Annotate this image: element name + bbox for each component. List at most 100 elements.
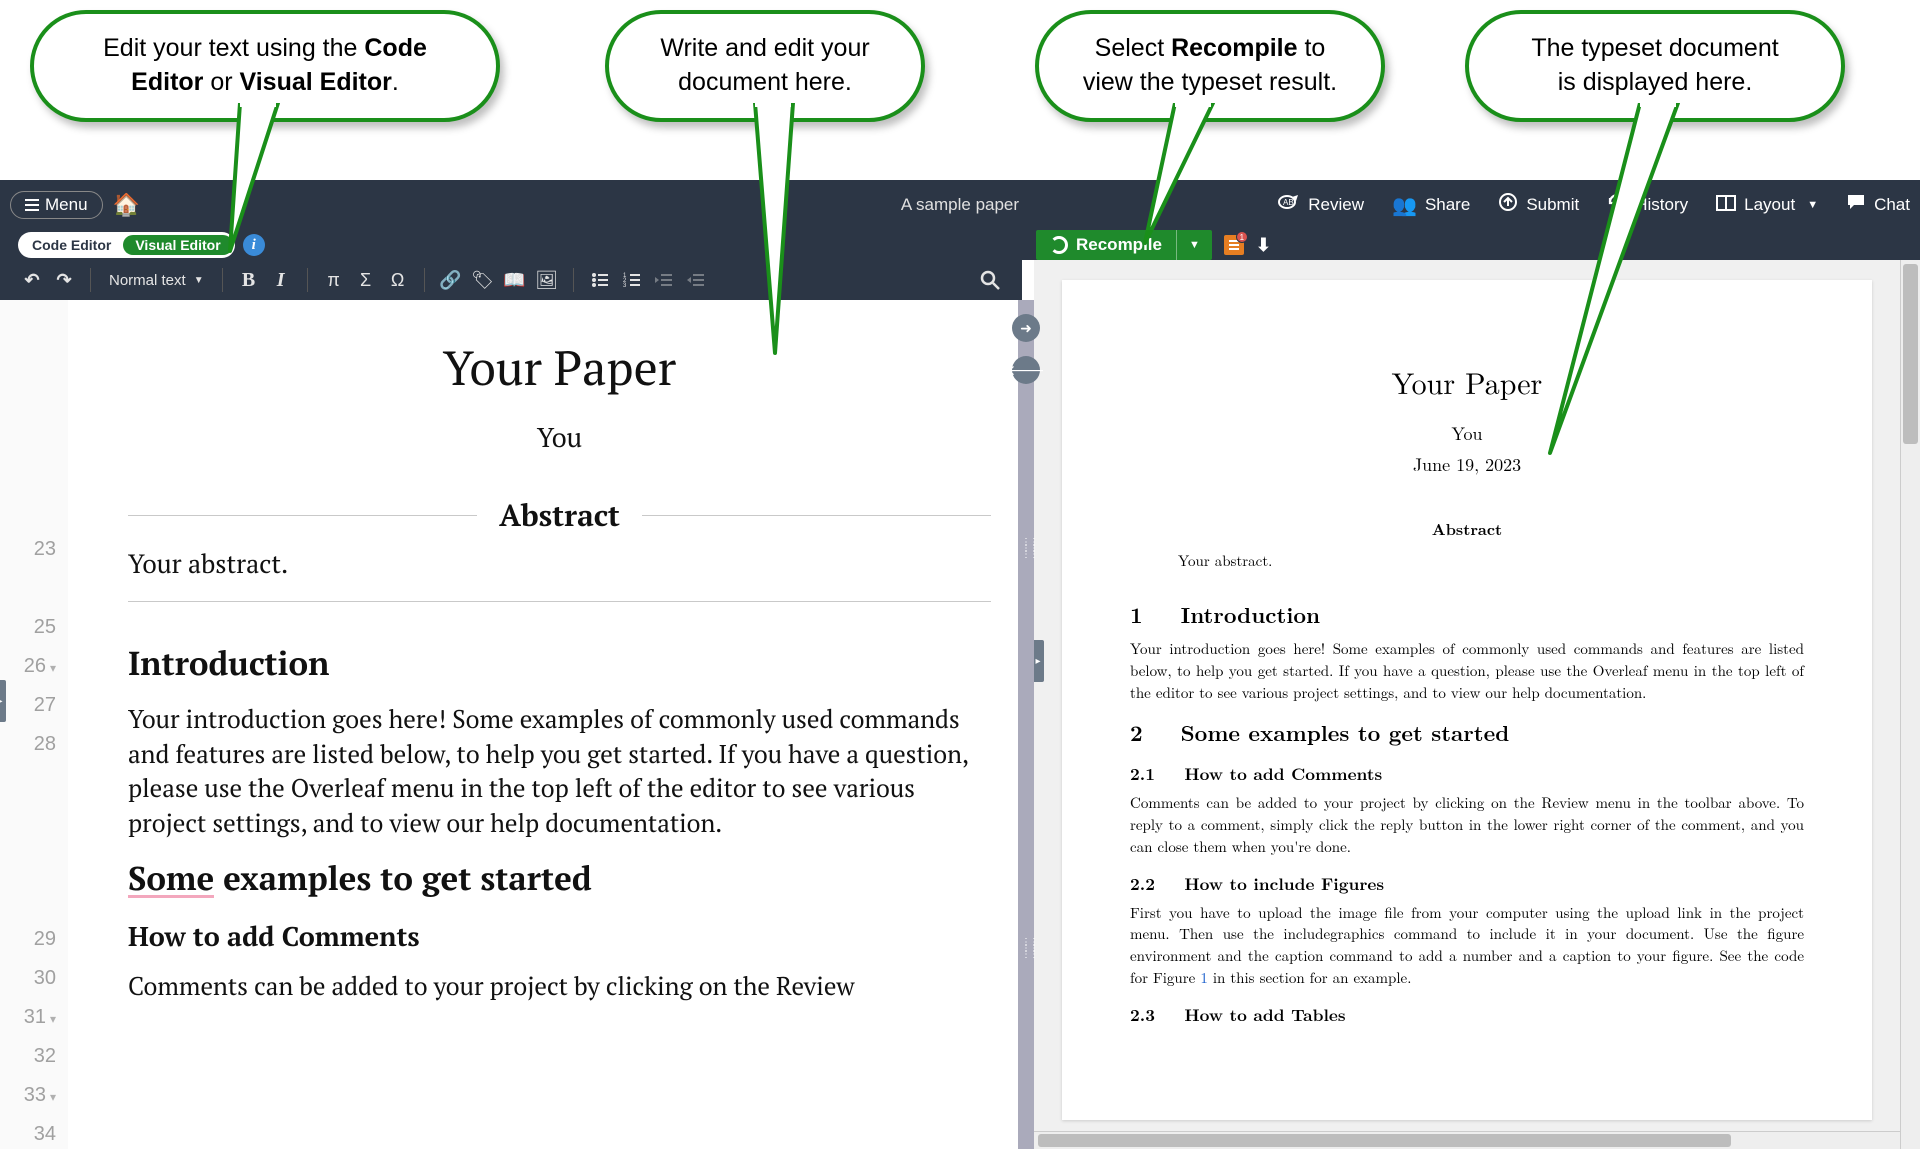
line-number: 34: [0, 1115, 56, 1154]
logs-badge: 1: [1236, 231, 1248, 243]
submit-icon: [1498, 192, 1518, 218]
cite-button[interactable]: 🏷: [469, 266, 497, 294]
fold-chevron-icon[interactable]: ▾: [50, 661, 56, 675]
spell-underline[interactable]: Some: [128, 862, 214, 898]
link-button[interactable]: 🔗: [437, 266, 465, 294]
hamburger-icon: [25, 204, 39, 206]
bullet-list-button[interactable]: [586, 266, 614, 294]
subtoolbar: Code Editor Visual Editor i Recompile ▼ …: [0, 230, 1920, 260]
recompile-button[interactable]: Recompile ▼: [1036, 230, 1212, 260]
pdf-title: Your Paper: [1130, 360, 1804, 403]
callout-4: The typeset document is displayed here.: [1465, 10, 1845, 122]
callout-2-line1: Write and edit your: [660, 34, 869, 62]
submit-label: Submit: [1526, 195, 1579, 215]
pdf-p22: First you have to upload the image file …: [1130, 902, 1804, 989]
pane-divider[interactable]: ➜ 🡐 ⋮⋮⋮⋮⋮⋮ ⋮⋮⋮⋮⋮⋮: [1018, 300, 1034, 1149]
figure-ref: 1: [1200, 967, 1208, 988]
bold-button[interactable]: B: [235, 266, 263, 294]
pdf-author: You: [1130, 421, 1804, 446]
sigma-button[interactable]: Σ: [352, 266, 380, 294]
fold-chevron-icon[interactable]: ▾: [50, 1090, 56, 1104]
fold-chevron-icon[interactable]: ▾: [50, 1012, 56, 1026]
submit-button[interactable]: Submit: [1498, 192, 1579, 218]
pdf-sub21: 2.1 How to add Comments: [1130, 762, 1804, 786]
chat-icon: [1846, 193, 1866, 217]
review-button[interactable]: AB Review: [1278, 193, 1364, 217]
line-number: 30: [0, 959, 56, 998]
chat-button[interactable]: Chat: [1846, 193, 1910, 217]
chevron-down-icon: ▼: [194, 275, 204, 286]
abstract-text[interactable]: Your abstract.: [128, 547, 991, 581]
download-button[interactable]: ⬇: [1256, 235, 1271, 256]
heading-comments[interactable]: How to add Comments: [128, 918, 991, 954]
italic-button[interactable]: I: [267, 266, 295, 294]
svg-text:AB: AB: [1283, 198, 1294, 207]
info-icon[interactable]: i: [243, 234, 265, 256]
code-editor-option[interactable]: Code Editor: [20, 235, 123, 255]
expand-file-tree[interactable]: ▸: [0, 680, 6, 722]
callouts: Edit your text using the Code Editor or …: [0, 0, 1920, 180]
callout-1-bold2: Visual Editor: [240, 68, 392, 96]
share-icon: 👥: [1392, 193, 1417, 218]
ref-button[interactable]: 📖: [501, 266, 529, 294]
layout-icon: [1716, 194, 1736, 217]
share-button[interactable]: 👥 Share: [1392, 193, 1470, 218]
doc-author[interactable]: You: [128, 419, 991, 455]
preview-scroll[interactable]: ▸ Your Paper You June 19, 2023 Abstract …: [1034, 260, 1900, 1149]
visual-editor-document[interactable]: Your Paper You Abstract Your abstract. I…: [68, 300, 1021, 1149]
logs-button[interactable]: 1: [1224, 235, 1244, 255]
paragraph-style-select[interactable]: Normal text ▼: [103, 272, 210, 289]
recompile-dropdown[interactable]: ▼: [1176, 230, 1212, 260]
undo-button[interactable]: ↶: [18, 266, 46, 294]
visual-editor-option[interactable]: Visual Editor: [123, 235, 232, 255]
callout-3-bold: Recompile: [1171, 34, 1297, 62]
horizontal-scrollbar[interactable]: [1034, 1131, 1900, 1149]
heading-introduction[interactable]: Introduction: [128, 642, 991, 685]
layout-button[interactable]: Layout ▼: [1716, 194, 1818, 217]
navbar: Menu 🏠 A sample paper AB Review 👥 Share …: [0, 180, 1920, 230]
line-number: 28: [0, 725, 56, 764]
callout-4-line2: is displayed here.: [1558, 68, 1753, 96]
pdf-sec1: 1 Introduction: [1130, 599, 1804, 630]
number-list-button[interactable]: 123: [618, 266, 646, 294]
search-button[interactable]: [976, 266, 1004, 294]
callout-2: Write and edit your document here.: [605, 10, 925, 122]
abstract-label: Abstract: [499, 495, 620, 535]
pi-button[interactable]: π: [320, 266, 348, 294]
collapse-editor[interactable]: ▸: [1034, 640, 1044, 682]
line-gutter: ▸ 232526▾2728293031▾3233▾34: [0, 300, 68, 1149]
indent-button[interactable]: [682, 266, 710, 294]
callout-1: Edit your text using the Code Editor or …: [30, 10, 500, 122]
sync-to-pdf-button[interactable]: ➜: [1012, 314, 1040, 342]
outdent-button[interactable]: [650, 266, 678, 294]
heading-examples[interactable]: Some examples to get started: [128, 857, 991, 900]
review-icon: AB: [1278, 193, 1300, 217]
callout-1-bold1: Code Editor: [131, 34, 427, 96]
pdf-p21: Comments can be added to your project by…: [1130, 792, 1804, 857]
vertical-scrollbar[interactable]: [1900, 260, 1920, 1149]
svg-text:3: 3: [623, 283, 627, 288]
line-number: 31▾: [0, 998, 56, 1037]
history-label: History: [1635, 195, 1688, 215]
scrollbar-thumb[interactable]: [1903, 264, 1918, 444]
callout-1-text: Edit your text using the: [103, 34, 364, 62]
line-number: [0, 569, 56, 608]
home-icon[interactable]: 🏠: [113, 192, 140, 218]
omega-button[interactable]: Ω: [384, 266, 412, 294]
pdf-p1: Your introduction goes here! Some exampl…: [1130, 638, 1804, 703]
line-number: [0, 842, 56, 881]
paragraph-intro[interactable]: Your introduction goes here! Some exampl…: [128, 703, 991, 841]
history-button[interactable]: History: [1607, 192, 1688, 218]
sync-to-code-button[interactable]: 🡐: [1012, 356, 1040, 384]
review-label: Review: [1308, 195, 1364, 215]
paragraph-comments[interactable]: Comments can be added to your project by…: [128, 970, 991, 1005]
editor-switch[interactable]: Code Editor Visual Editor: [18, 232, 235, 258]
redo-button[interactable]: ↷: [50, 266, 78, 294]
scrollbar-thumb[interactable]: [1038, 1134, 1731, 1147]
menu-button[interactable]: Menu: [10, 191, 103, 219]
callout-2-line2: document here.: [678, 68, 852, 96]
image-button[interactable]: 🖼: [533, 266, 561, 294]
preview-pane: ▸ Your Paper You June 19, 2023 Abstract …: [1034, 260, 1920, 1149]
recompile-icon: [1050, 236, 1068, 254]
doc-title[interactable]: Your Paper: [128, 335, 991, 399]
